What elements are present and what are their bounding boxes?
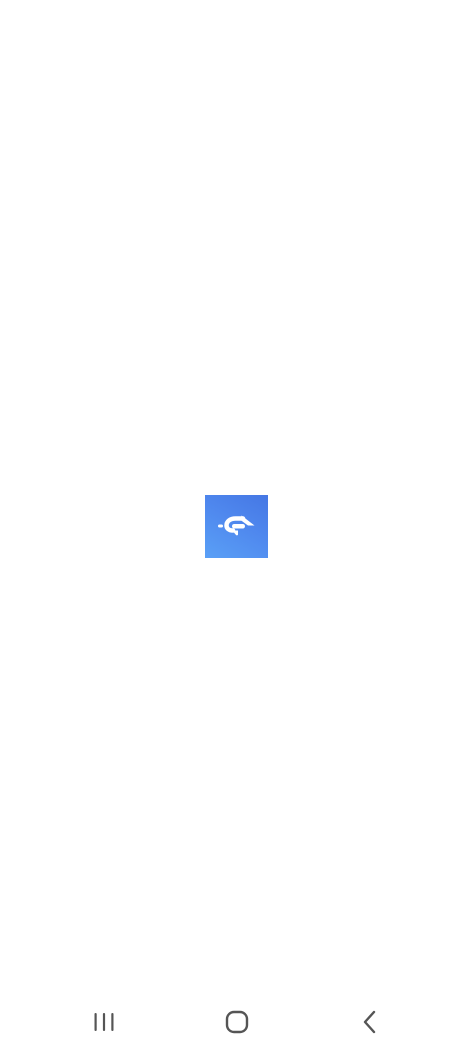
recent-apps-button[interactable]: [74, 996, 134, 1048]
app-logo: [205, 495, 268, 558]
splash-content: [0, 0, 474, 990]
back-icon: [363, 1010, 376, 1034]
system-navigation-bar: [0, 990, 474, 1053]
home-icon: [225, 1010, 249, 1034]
back-button[interactable]: [340, 996, 400, 1048]
app-logo-icon: [218, 515, 255, 536]
splash-screen: [0, 0, 474, 1053]
recent-apps-icon: [94, 1013, 114, 1031]
home-button[interactable]: [207, 996, 267, 1048]
